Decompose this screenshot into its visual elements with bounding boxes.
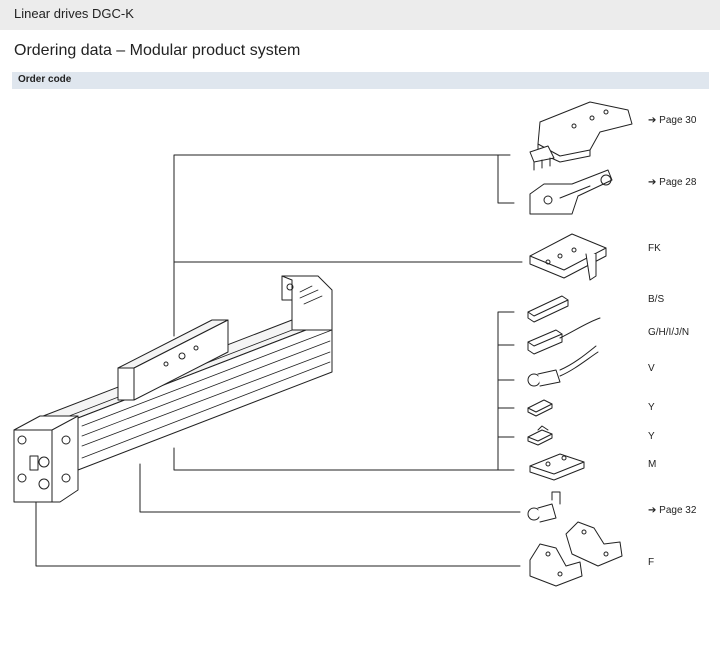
- reference-label-y: Y: [648, 402, 655, 413]
- reference-label-v: V: [648, 363, 655, 374]
- reference-label-ghijn: G/H/I/J/N: [648, 327, 690, 338]
- reference-label-page-28: ➔ Page 28: [648, 177, 697, 188]
- reference-label-fk: FK: [648, 243, 661, 254]
- linear-drive-drawing: [13, 275, 333, 503]
- accessory-coupling-plate: [529, 233, 607, 281]
- accessory-proximity-sensor: [527, 317, 601, 355]
- reference-label-f: F: [648, 557, 655, 568]
- accessory-mounting-plate: [529, 453, 585, 481]
- accessory-shock-absorber: [529, 169, 613, 215]
- accessory-foot-mounting: [529, 521, 623, 587]
- reference-label-m: M: [648, 459, 657, 470]
- product-system-diagram: [13, 101, 633, 587]
- accessory-slot-cover: [527, 295, 569, 323]
- accessory-slot-nut-1: [527, 399, 553, 417]
- accessory-slot-nut-2: [527, 425, 553, 446]
- accessory-adapter-plate: [529, 101, 633, 171]
- accessory-flow-control: [527, 491, 561, 523]
- reference-label-bs: B/S: [648, 294, 665, 305]
- reference-label-page-30: ➔ Page 30: [648, 115, 697, 126]
- reference-label-page-32: ➔ Page 32: [648, 505, 697, 516]
- reference-label-y: Y: [648, 431, 655, 442]
